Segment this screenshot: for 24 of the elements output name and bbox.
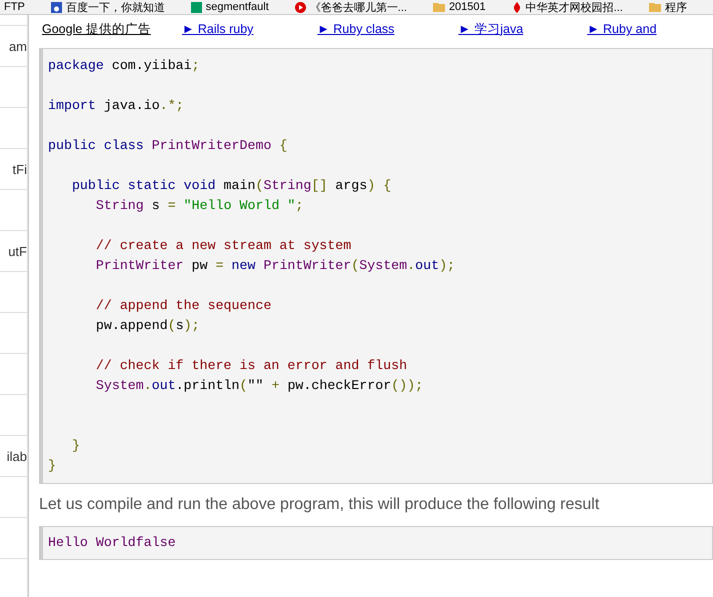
folder-icon [432, 2, 445, 12]
bookmark[interactable]: segmentfault [190, 1, 269, 13]
play-icon [294, 2, 306, 12]
description-text: Let us compile and run the above program, this will produce the following result [39, 496, 600, 514]
flame-icon [512, 2, 522, 12]
ad-link[interactable]: ► Ruby and [587, 22, 657, 36]
ad-link[interactable]: ► 学习java [458, 20, 524, 38]
ad-link[interactable]: ► Rails ruby [182, 22, 254, 36]
bookmark[interactable]: 《爸爸去哪儿第一... [294, 0, 407, 14]
sidebar-item[interactable]: am [0, 25, 27, 66]
bookmark[interactable]: 中华英才网校园招... [512, 0, 623, 14]
bookmark[interactable]: 201501 [432, 1, 486, 13]
sidebar-item[interactable]: utF [0, 230, 27, 271]
folder-icon [648, 2, 661, 12]
output-block: Hello Worldfalse [39, 526, 713, 560]
code-block: package com.yiibai; import java.io.*; public class PrintWriterDemo { public static void main(String[] args) { String s = "Hello World "; // create a new stream at system PrintWriter pw = new PrintWriter(System.out); // append the sequence pw.append(s); // check if there is an error and flush System.out.println("" + pw.checkError()); } } [39, 48, 713, 484]
bookmark[interactable]: 百度一下，你就知道 [50, 0, 165, 14]
sidebar-item[interactable]: ilab [0, 435, 27, 476]
ads-label: Google 提供的广告 [42, 20, 152, 38]
ad-link[interactable]: ► Ruby class [317, 22, 394, 36]
bookmark[interactable]: 程序 [648, 0, 687, 14]
sf-logo-icon [190, 2, 202, 12]
bookmark[interactable]: FTP [4, 1, 25, 13]
sidebar-item[interactable]: tFi [0, 148, 27, 189]
